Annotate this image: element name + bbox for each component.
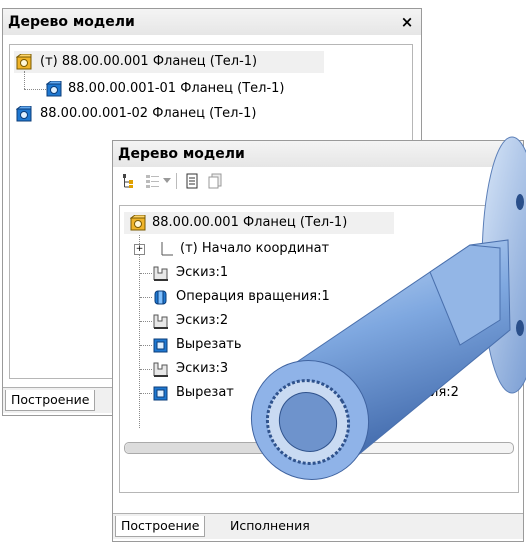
tree-item-label: (т) Начало координат	[180, 241, 330, 256]
back-panel-titlebar: Дерево модели ×	[3, 9, 421, 35]
tree-item[interactable]: 88.00.00.001 Фланец (Тел-1)	[124, 212, 394, 234]
front-panel-toolbar	[113, 167, 523, 195]
tab-construction[interactable]: Построение	[5, 390, 96, 411]
horizontal-scrollbar[interactable]	[124, 442, 514, 454]
part-icon	[46, 81, 62, 97]
tree-item[interactable]: Эскиз:1	[124, 262, 404, 284]
tree-connector	[140, 345, 152, 346]
back-panel-title: Дерево модели	[8, 14, 135, 30]
origin-icon	[161, 242, 173, 256]
tree-item[interactable]: + (т) Начало координат	[124, 238, 404, 260]
toolbar-separator	[176, 173, 177, 189]
back-panel-close-icon[interactable]: ×	[399, 9, 415, 35]
part-icon	[16, 106, 32, 122]
tree-connector	[140, 273, 152, 274]
tree-item-label: Операция вращения:1	[176, 289, 330, 304]
tree-item[interactable]: Эскиз:3	[124, 358, 404, 380]
tree-item-label: Эскиз:3	[176, 361, 229, 376]
tree-item[interactable]: Операция вращения:1	[124, 286, 424, 308]
tree-item-label: Эскиз:2	[176, 313, 229, 328]
tree-item-label-tail: ия:2	[430, 385, 459, 400]
assembly-icon	[130, 215, 146, 231]
tree-item[interactable]: 88.00.00.001-02 Фланец (Тел-1)	[14, 103, 344, 125]
tree-item-label: (т) 88.00.00.001 Фланец (Тел-1)	[40, 54, 258, 69]
assembly-icon	[16, 54, 32, 70]
tree-connector	[24, 89, 46, 90]
tree-item-label: Вырезать	[176, 337, 242, 352]
document-copy-icon[interactable]	[207, 173, 223, 189]
tree-item-label: 88.00.00.001-01 Фланец (Тел-1)	[68, 81, 285, 96]
tree-connector	[140, 297, 152, 298]
cut-icon	[153, 386, 168, 401]
front-panel-titlebar: Дерево модели ×	[113, 141, 523, 167]
cut-icon	[153, 338, 168, 353]
sketch-icon	[153, 266, 168, 281]
scrollbar-thumb[interactable]	[125, 443, 345, 453]
tree-connector	[140, 321, 152, 322]
tree-item-label: 88.00.00.001 Фланец (Тел-1)	[152, 215, 348, 230]
document-icon[interactable]	[185, 173, 199, 189]
list-view-icon[interactable]	[145, 173, 161, 189]
dropdown-arrow-icon[interactable]	[163, 178, 171, 184]
front-panel-tabs: Построение Исполнения	[113, 513, 523, 539]
front-panel-close-icon[interactable]: ×	[507, 141, 523, 167]
tab-executions[interactable]: Исполнения	[225, 516, 315, 536]
tree-item[interactable]: (т) 88.00.00.001 Фланец (Тел-1)	[14, 51, 324, 73]
tree-connector	[24, 71, 25, 89]
tree-item-label: Вырезат	[176, 385, 234, 400]
tree-item-label: 88.00.00.001-02 Фланец (Тел-1)	[40, 106, 257, 121]
rotation-operation-icon	[154, 290, 167, 305]
tree-expander-plus[interactable]: +	[134, 244, 145, 255]
front-model-tree-panel: Дерево модели × 88.00.00.001 Фланец (Тел…	[112, 140, 524, 542]
sketch-icon	[153, 362, 168, 377]
tree-structure-icon[interactable]	[121, 173, 137, 189]
tree-item[interactable]: Вырезат ия:2	[124, 382, 504, 404]
tree-item[interactable]: Вырезать	[124, 334, 404, 356]
tab-construction[interactable]: Построение	[115, 516, 206, 537]
tree-connector	[140, 393, 152, 394]
front-panel-title: Дерево модели	[118, 146, 245, 162]
tree-item-label: Эскиз:1	[176, 265, 229, 280]
sketch-icon	[153, 314, 168, 329]
tree-item[interactable]: 88.00.00.001-01 Фланец (Тел-1)	[44, 78, 344, 100]
tree-connector	[140, 369, 152, 370]
tree-item[interactable]: Эскиз:2	[124, 310, 404, 332]
front-tree-view[interactable]: 88.00.00.001 Фланец (Тел-1) + (т) Начало…	[119, 205, 519, 493]
